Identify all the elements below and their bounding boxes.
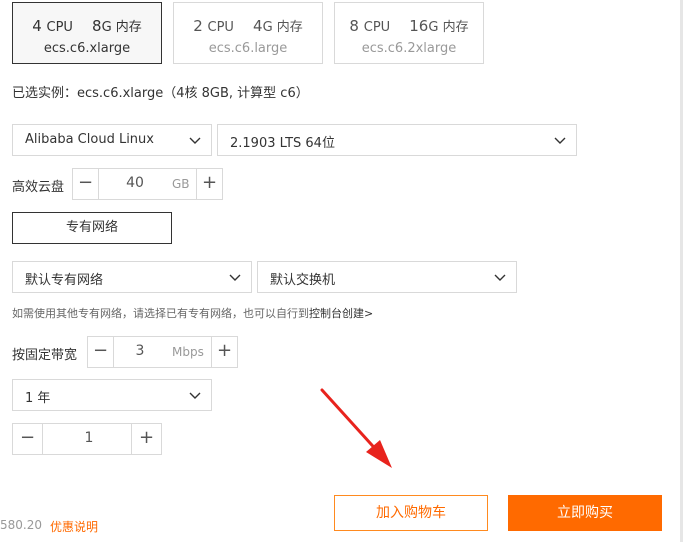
bandwidth-stepper: − 3 Mbps + [87, 336, 238, 368]
vpc-network-button[interactable]: 专有网络 [12, 212, 172, 244]
chevron-down-icon [554, 134, 566, 146]
console-create-link[interactable]: 控制台创建> [309, 307, 373, 320]
bandwidth-input[interactable]: 3 [118, 343, 162, 359]
disk-minus-button[interactable]: − [73, 169, 99, 199]
os-select[interactable]: Alibaba Cloud Linux [12, 124, 212, 156]
promo-info-link[interactable]: 优惠说明 [50, 518, 98, 535]
chevron-down-icon [189, 134, 201, 146]
bandwidth-unit: Mbps [172, 345, 204, 359]
add-to-cart-button[interactable]: 加入购物车 [334, 495, 488, 531]
instance-type: ecs.c6.2xlarge [361, 41, 457, 56]
instance-spec: 2 CPU 4G 内存 [193, 17, 303, 35]
vswitch-select-value: 默认交换机 [270, 273, 336, 288]
quantity-input[interactable]: 1 [47, 430, 131, 446]
network-hint-text: 如需使用其他专有网络，请选择已有专有网络，也可以自行到 [12, 307, 309, 320]
vswitch-select[interactable]: 默认交换机 [257, 261, 517, 293]
duration-select-value: 1 年 [25, 391, 51, 406]
instance-card-c6-large[interactable]: 2 CPU 4G 内存 ecs.c6.large [173, 2, 323, 64]
os-select-value: Alibaba Cloud Linux [25, 132, 154, 147]
bandwidth-plus-button[interactable]: + [211, 337, 237, 367]
buy-now-button[interactable]: 立即购买 [508, 495, 662, 531]
quantity-minus-button[interactable]: − [13, 424, 43, 454]
quantity-plus-button[interactable]: + [131, 424, 161, 454]
instance-spec: 8 CPU 16G 内存 [349, 17, 469, 35]
os-version-select[interactable]: 2.1903 LTS 64位 [217, 124, 577, 156]
disk-size-stepper: − 40 GB + [72, 168, 223, 200]
chevron-down-icon [229, 271, 241, 283]
instance-type: ecs.c6.large [208, 41, 288, 56]
price-total: 580.20 [0, 518, 42, 532]
instance-card-c6-2xlarge[interactable]: 8 CPU 16G 内存 ecs.c6.2xlarge [334, 2, 484, 64]
instance-type: ecs.c6.xlarge [43, 41, 131, 56]
vpc-select[interactable]: 默认专有网络 [12, 261, 252, 293]
chevron-down-icon [189, 389, 201, 401]
duration-select[interactable]: 1 年 [12, 379, 212, 411]
chevron-down-icon [494, 271, 506, 283]
selected-instance-summary: 已选实例：ecs.c6.xlarge（4核 8GB, 计算型 c6） [12, 86, 309, 101]
bandwidth-minus-button[interactable]: − [88, 337, 114, 367]
disk-label: 高效云盘 [12, 180, 65, 195]
disk-size-input[interactable]: 40 [103, 175, 167, 191]
vpc-select-value: 默认专有网络 [25, 273, 104, 288]
disk-plus-button[interactable]: + [196, 169, 222, 199]
quantity-stepper: − 1 + [12, 423, 162, 455]
os-version-value: 2.1903 LTS 64位 [230, 136, 335, 151]
disk-unit: GB [172, 177, 190, 191]
instance-spec: 4 CPU 8G 内存 [32, 17, 142, 35]
bandwidth-label: 按固定带宽 [12, 348, 78, 363]
network-hint: 如需使用其他专有网络，请选择已有专有网络，也可以自行到控制台创建> [12, 305, 373, 321]
instance-card-c6-xlarge[interactable]: 4 CPU 8G 内存 ecs.c6.xlarge [12, 2, 162, 64]
